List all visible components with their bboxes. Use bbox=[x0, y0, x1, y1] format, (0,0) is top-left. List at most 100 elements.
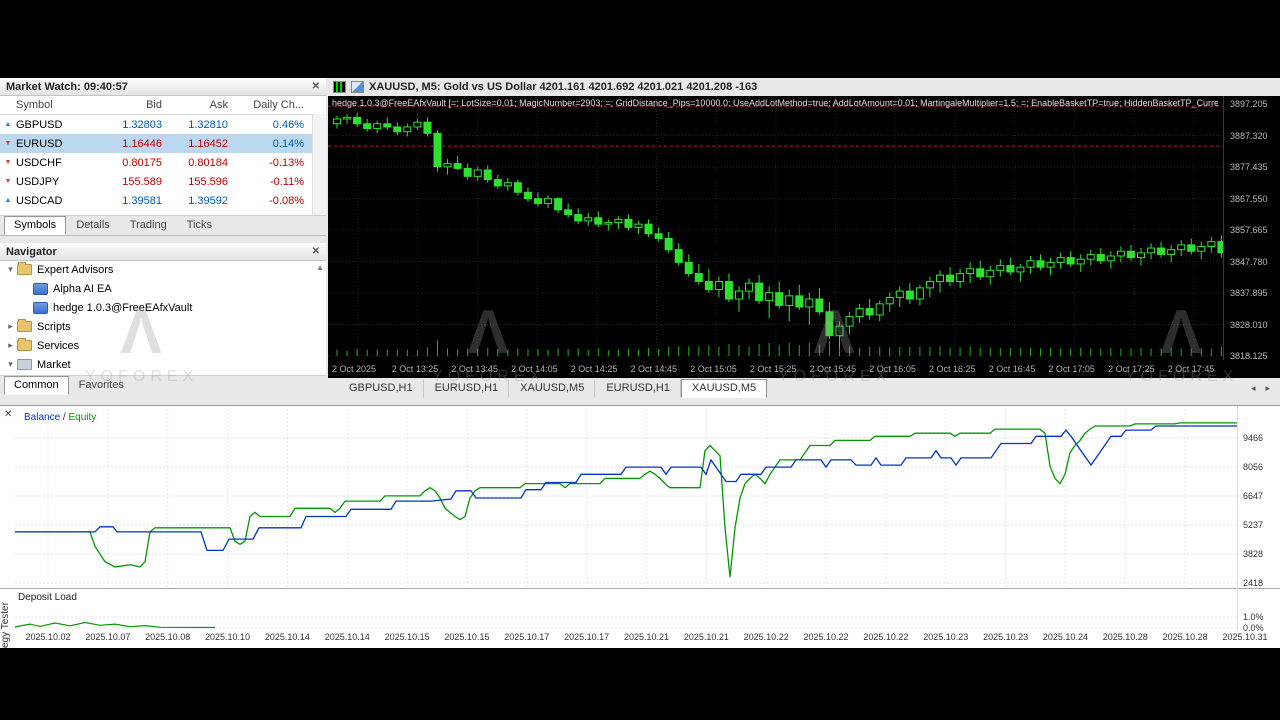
price-tick-label: 3897.205 bbox=[1230, 99, 1268, 109]
tester-x-label: 2025.10.24 bbox=[1042, 632, 1088, 642]
tab-xauusd-m5[interactable]: XAUUSD,M5 bbox=[680, 379, 768, 398]
expander-down-icon[interactable]: ▾ bbox=[4, 359, 17, 370]
tree-item-label: Services bbox=[37, 339, 80, 352]
table-row-usdjpy[interactable]: ▼ USDJPY 155.589 155.596 -0.11% bbox=[0, 172, 326, 191]
time-tick-label: 2 Oct 16:05 bbox=[869, 364, 916, 374]
tree-item-alpha-ai-ea[interactable]: Alpha AI EA bbox=[0, 279, 326, 298]
market-watch-title: Market Watch: 09:40:57 bbox=[6, 80, 128, 93]
bid-cell: 1.32803 bbox=[122, 118, 162, 131]
scroll-up-icon[interactable]: ▲ bbox=[316, 263, 324, 272]
change-cell: -0.08% bbox=[269, 194, 304, 207]
ask-cell: 0.80184 bbox=[188, 156, 228, 169]
deposit-load-label: Deposit Load bbox=[18, 592, 77, 603]
tab-xauusd-m5[interactable]: XAUUSD,M5 bbox=[509, 379, 596, 398]
time-tick-label: 2 Oct 15:25 bbox=[749, 364, 797, 374]
price-tick-label: 3847.780 bbox=[1230, 256, 1268, 267]
ea-icon bbox=[33, 282, 48, 295]
folder-icon bbox=[17, 319, 32, 332]
table-row-usdchf[interactable]: ▼ USDCHF 0.80175 0.80184 -0.13% bbox=[0, 153, 326, 172]
market-icon bbox=[17, 359, 32, 370]
tree-item-market[interactable]: ▾ Market bbox=[0, 355, 326, 374]
tester-x-label: 2025.10.28 bbox=[1162, 632, 1208, 642]
table-row-usdcad[interactable]: ▲ USDCAD 1.39581 1.39592 -0.08% bbox=[0, 191, 326, 210]
tab-scroll-arrows: ◂ ▸ bbox=[1251, 383, 1270, 398]
tab-common[interactable]: Common bbox=[4, 376, 69, 395]
time-tick-label: 2 Oct 15:05 bbox=[690, 364, 737, 374]
tree-item-expert-advisors[interactable]: ▾ Expert Advisors bbox=[0, 260, 326, 279]
tester-chart[interactable] bbox=[15, 409, 1237, 589]
expander-right-icon[interactable]: ▸ bbox=[4, 321, 17, 332]
tester-y-label: 5237 bbox=[1243, 520, 1264, 530]
tester-y-label: 8056 bbox=[1243, 462, 1264, 472]
tab-ticks[interactable]: Ticks bbox=[177, 216, 222, 235]
strategy-tester-tab[interactable]: egy Tester bbox=[0, 586, 11, 648]
tester-x-label: 2025.10.22 bbox=[863, 632, 909, 642]
table-row-gbpusd[interactable]: ▲ GBPUSD 1.32803 1.32810 0.46% bbox=[0, 115, 326, 134]
price-tick-label: 3887.320 bbox=[1230, 130, 1268, 141]
tester-x-label: 2025.10.08 bbox=[145, 632, 191, 642]
column-header-daily-ch[interactable]: Daily Ch... bbox=[234, 99, 310, 111]
close-icon[interactable]: ✕ bbox=[312, 81, 320, 92]
tester-y-label: 3828 bbox=[1243, 549, 1264, 559]
column-header-symbol[interactable]: Symbol bbox=[0, 99, 102, 111]
deposit-y-label: 1.0% bbox=[1243, 612, 1264, 622]
tester-x-label: 2025.10.23 bbox=[923, 632, 969, 642]
legend-balance: Balance bbox=[24, 412, 61, 423]
bid-cell: 1.39581 bbox=[122, 194, 162, 207]
tab-eurusd-h1[interactable]: EURUSD,H1 bbox=[424, 379, 510, 398]
tester-x-label: 2025.10.21 bbox=[683, 632, 729, 642]
tree-item-hedge-1-0-3-freeeafxvault[interactable]: hedge 1.0.3@FreeEAfxVault bbox=[0, 298, 326, 317]
tab-scroll-right-icon[interactable]: ▸ bbox=[1265, 383, 1270, 394]
indicator-icon bbox=[351, 81, 364, 93]
navigator-tab-bar: Common Favorites bbox=[0, 375, 326, 395]
expander-right-icon[interactable]: ▸ bbox=[4, 340, 17, 351]
tester-x-label: 2025.10.23 bbox=[983, 632, 1029, 642]
price-axis: 3897.205 3887.320 3877.435 3867.550 3857.665… bbox=[1223, 96, 1280, 361]
tester-x-label: 2025.10.17 bbox=[564, 632, 610, 642]
candlestick-chart-area[interactable]: hedge 1.0.3@FreeEAfxVault [=; LotSize=0.… bbox=[328, 96, 1280, 361]
chart-titlebar: XAUUSD, M5: Gold vs US Dollar 4201.161 4… bbox=[328, 78, 1280, 96]
expander-down-icon[interactable]: ▾ bbox=[4, 264, 17, 275]
candle-chart[interactable] bbox=[328, 96, 1223, 360]
tree-item-label: hedge 1.0.3@FreeEAfxVault bbox=[53, 301, 193, 314]
tab-favorites[interactable]: Favorites bbox=[69, 376, 134, 395]
table-row-eurusd[interactable]: ▼ EURUSD 1.16446 1.16452 0.14% bbox=[0, 134, 326, 153]
bid-cell: 0.80175 bbox=[122, 156, 162, 169]
tester-y-label: 6647 bbox=[1243, 491, 1264, 501]
chart-title: XAUUSD, M5: Gold vs US Dollar 4201.161 4… bbox=[369, 81, 758, 93]
tick-down-icon: ▼ bbox=[4, 178, 12, 185]
navigator-panel: Navigator ✕ ▾ Expert Advisors Alpha AI EA h… bbox=[0, 243, 326, 395]
close-icon[interactable]: ✕ bbox=[312, 246, 320, 257]
tester-x-label: 2025.10.17 bbox=[504, 632, 550, 642]
time-tick-label: 2 Oct 13:25 bbox=[391, 364, 439, 374]
market-watch-rows: ▲ GBPUSD 1.32803 1.32810 0.46% ▼ EURUSD 1.16446… bbox=[0, 115, 326, 210]
tab-trading[interactable]: Trading bbox=[120, 216, 177, 235]
tab-details[interactable]: Details bbox=[66, 216, 120, 235]
time-tick-label: 2 Oct 17:25 bbox=[1108, 364, 1155, 374]
price-tick-label: 3837.895 bbox=[1230, 288, 1268, 298]
tester-x-label: 2025.10.02 bbox=[25, 632, 71, 642]
folder-icon bbox=[17, 338, 32, 351]
tab-gbpusd-h1[interactable]: GBPUSD,H1 bbox=[338, 379, 424, 398]
tester-x-label: 2025.10.22 bbox=[743, 632, 789, 642]
tree-item-services[interactable]: ▸ Services bbox=[0, 336, 326, 355]
column-header-bid[interactable]: Bid bbox=[102, 99, 168, 111]
time-tick-label: 2 Oct 14:05 bbox=[511, 364, 558, 374]
tree-item-scripts[interactable]: ▸ Scripts bbox=[0, 317, 326, 336]
time-tick-label: 2 Oct 14:45 bbox=[630, 364, 678, 374]
change-cell: 0.14% bbox=[272, 137, 304, 150]
navigator-title: Navigator bbox=[6, 245, 57, 258]
tab-symbols[interactable]: Symbols bbox=[4, 216, 67, 235]
change-cell: 0.46% bbox=[272, 118, 304, 131]
tab-eurusd-h1[interactable]: EURUSD,H1 bbox=[595, 379, 681, 398]
change-cell: -0.13% bbox=[269, 156, 304, 169]
tester-x-label: 2025.10.07 bbox=[85, 632, 131, 642]
tick-up-icon: ▲ bbox=[4, 121, 12, 128]
time-tick-label: 2 Oct 14:25 bbox=[570, 364, 618, 374]
tab-scroll-left-icon[interactable]: ◂ bbox=[1251, 383, 1256, 394]
ask-cell: 1.16452 bbox=[188, 137, 228, 150]
market-watch-titlebar: Market Watch: 09:40:57 ✕ bbox=[0, 78, 326, 96]
close-icon[interactable]: ✕ bbox=[4, 409, 12, 420]
deposit-chart[interactable] bbox=[15, 590, 1237, 632]
column-header-ask[interactable]: Ask bbox=[168, 99, 234, 111]
